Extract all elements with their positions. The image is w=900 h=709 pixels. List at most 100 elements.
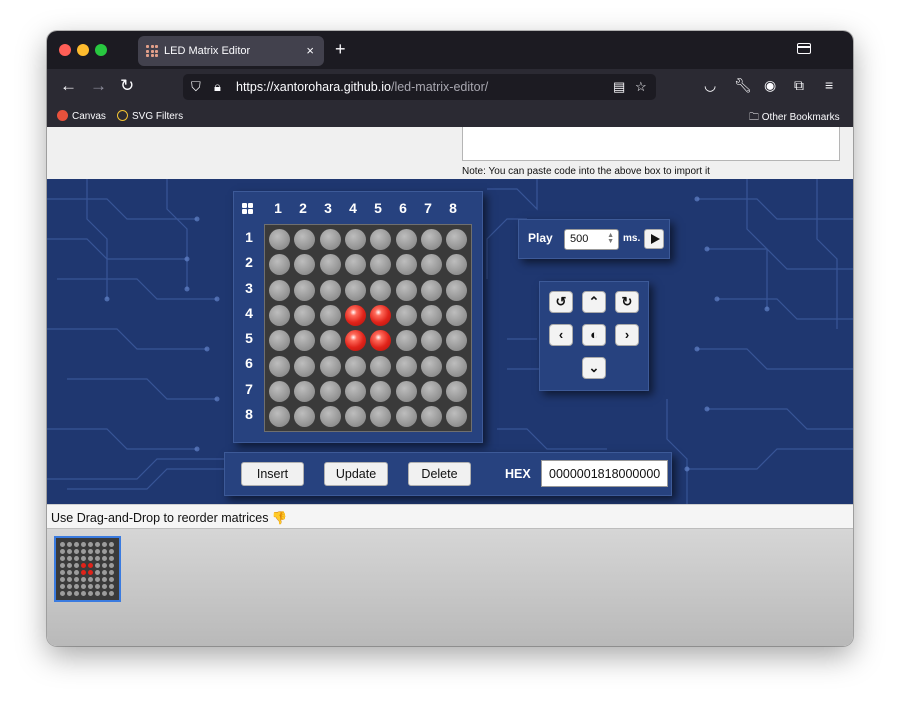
bookmark-star-icon[interactable]: ☆ [635, 79, 647, 95]
led-cell[interactable] [294, 304, 316, 326]
led-cell[interactable] [370, 304, 392, 326]
led-cell[interactable] [446, 380, 468, 402]
play-interval-input[interactable]: 500 ▲ ▼ [564, 229, 619, 250]
shield-icon[interactable]: ⛉ [191, 79, 201, 95]
bookmark-canvas[interactable]: Canvas [57, 110, 106, 122]
led-cell[interactable] [446, 355, 468, 377]
led-cell[interactable] [395, 355, 417, 377]
row-label[interactable]: 4 [242, 305, 256, 321]
shift-right-button[interactable]: › [615, 324, 639, 346]
led-cell[interactable] [319, 229, 341, 250]
led-cell[interactable] [344, 330, 366, 352]
led-cell[interactable] [294, 279, 316, 301]
led-cell[interactable] [344, 380, 366, 402]
column-label[interactable]: 7 [418, 200, 438, 216]
row-label[interactable]: 5 [242, 330, 256, 346]
led-cell[interactable] [446, 279, 468, 301]
led-cell[interactable] [344, 254, 366, 276]
zoom-window-button[interactable] [95, 44, 107, 56]
led-cell[interactable] [420, 254, 442, 276]
column-label[interactable]: 4 [343, 200, 363, 216]
led-cell[interactable] [395, 330, 417, 352]
spinner-icon[interactable]: ▲ ▼ [607, 232, 614, 245]
led-cell[interactable] [294, 380, 316, 402]
led-cell[interactable] [319, 330, 341, 352]
led-cell[interactable] [395, 229, 417, 250]
led-cell[interactable] [446, 254, 468, 276]
tab-close-icon[interactable]: × [306, 43, 314, 58]
column-label[interactable]: 6 [393, 200, 413, 216]
led-cell[interactable] [269, 380, 290, 402]
led-cell[interactable] [370, 406, 392, 428]
row-label[interactable]: 6 [242, 355, 256, 371]
led-cell[interactable] [420, 229, 442, 250]
led-cell[interactable] [269, 355, 290, 377]
led-cell[interactable] [420, 406, 442, 428]
row-label[interactable]: 7 [242, 381, 256, 397]
matrix-thumbnail[interactable] [54, 536, 121, 602]
column-label[interactable]: 1 [268, 200, 288, 216]
other-bookmarks[interactable]: 🗀 Other Bookmarks [749, 110, 840, 127]
led-cell[interactable] [269, 254, 290, 276]
reader-view-icon[interactable]: ▤ [613, 79, 625, 95]
led-cell[interactable] [269, 304, 290, 326]
column-label[interactable]: 5 [368, 200, 388, 216]
led-cell[interactable] [395, 254, 417, 276]
led-cell[interactable] [319, 304, 341, 326]
led-cell[interactable] [269, 279, 290, 301]
invert-button[interactable]: ◐ [582, 324, 606, 346]
rotate-left-button[interactable]: ↺ [549, 291, 573, 313]
led-cell[interactable] [344, 304, 366, 326]
led-cell[interactable] [420, 279, 442, 301]
url-bar[interactable]: ⛉ 🔒︎ https://xantorohara.github.io/led-m… [183, 74, 656, 100]
led-cell[interactable] [395, 279, 417, 301]
reload-icon[interactable]: ↻ [120, 76, 134, 96]
hex-input[interactable]: 0000001818000000 [541, 460, 668, 487]
led-cell[interactable] [370, 355, 392, 377]
row-label[interactable]: 3 [242, 280, 256, 296]
minimize-window-button[interactable] [77, 44, 89, 56]
rotate-right-button[interactable]: ↻ [615, 291, 639, 313]
led-cell[interactable] [269, 406, 290, 428]
new-tab-button[interactable]: + [335, 39, 346, 60]
led-cell[interactable] [420, 330, 442, 352]
column-label[interactable]: 3 [318, 200, 338, 216]
led-cell[interactable] [294, 330, 316, 352]
led-cell[interactable] [294, 254, 316, 276]
led-cell[interactable] [344, 229, 366, 250]
led-cell[interactable] [344, 279, 366, 301]
toggle-all-grid-icon[interactable] [242, 203, 253, 214]
lock-icon[interactable]: 🔒︎ [214, 79, 221, 95]
account-icon[interactable]: ◉ [764, 77, 776, 94]
led-cell[interactable] [294, 229, 316, 250]
led-cell[interactable] [319, 254, 341, 276]
led-cell[interactable] [370, 330, 392, 352]
bookmark-svg-filters[interactable]: SVG Filters [117, 110, 183, 122]
led-cell[interactable] [395, 304, 417, 326]
led-cell[interactable] [319, 355, 341, 377]
led-cell[interactable] [446, 304, 468, 326]
shift-up-button[interactable]: ⌃ [582, 291, 606, 313]
led-cell[interactable] [395, 406, 417, 428]
row-label[interactable]: 1 [242, 229, 256, 245]
wrench-icon[interactable]: 🔧︎ [734, 77, 752, 94]
code-textarea[interactable] [462, 127, 840, 161]
led-cell[interactable] [344, 406, 366, 428]
shift-down-button[interactable]: ⌄ [582, 357, 606, 379]
led-cell[interactable] [269, 229, 290, 250]
led-cell[interactable] [420, 380, 442, 402]
delete-button[interactable]: Delete [408, 462, 471, 486]
update-button[interactable]: Update [324, 462, 388, 486]
led-cell[interactable] [319, 406, 341, 428]
back-arrow-icon[interactable]: ← [60, 76, 77, 96]
led-cell[interactable] [269, 330, 290, 352]
close-window-button[interactable] [59, 44, 71, 56]
forward-arrow-icon[interactable]: → [90, 76, 107, 96]
led-cell[interactable] [319, 380, 341, 402]
led-cell[interactable] [370, 380, 392, 402]
insert-button[interactable]: Insert [241, 462, 304, 486]
column-label[interactable]: 2 [293, 200, 313, 216]
led-cell[interactable] [370, 229, 392, 250]
column-label[interactable]: 8 [443, 200, 463, 216]
led-cell[interactable] [294, 406, 316, 428]
